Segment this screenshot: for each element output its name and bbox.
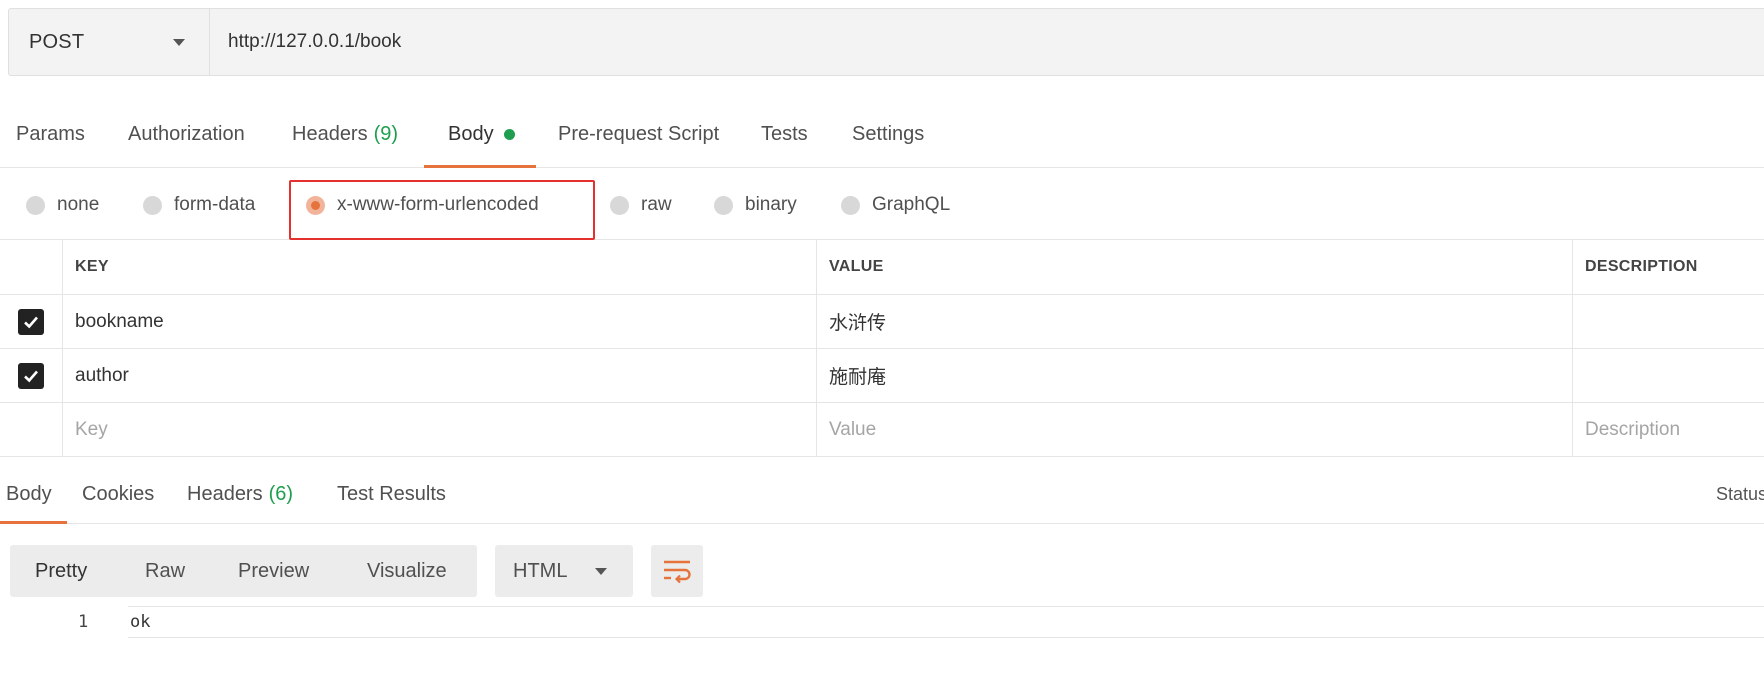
new-key-input[interactable]: Key <box>62 403 816 456</box>
tab-label: Body <box>448 122 494 145</box>
body-type-options: none form-data x-www-form-urlencoded raw… <box>0 170 1764 240</box>
new-value-input[interactable]: Value <box>816 403 1572 456</box>
radio-icon <box>610 195 629 215</box>
active-response-tab-underline <box>0 521 67 524</box>
radio-label: binary <box>745 194 797 215</box>
status-text: Status <box>1716 483 1764 504</box>
response-content-line: ok <box>128 606 1764 638</box>
format-label: HTML <box>513 559 568 582</box>
radio-icon <box>26 195 45 215</box>
tab-label: Headers <box>187 482 263 505</box>
value-field[interactable]: 施耐庵 <box>816 349 1572 402</box>
response-tab-test-results[interactable]: Test Results <box>337 464 446 524</box>
radio-raw[interactable]: raw <box>610 170 672 240</box>
view-preview-button[interactable]: Preview <box>238 560 309 583</box>
tab-body[interactable]: Body <box>448 100 515 168</box>
radio-binary[interactable]: binary <box>714 170 797 240</box>
chevron-down-icon <box>173 38 185 46</box>
key-field[interactable]: author <box>62 349 816 402</box>
column-header-key: KEY <box>62 240 816 294</box>
tab-label: Tests <box>761 122 808 145</box>
response-body: 1 ok <box>0 606 1764 642</box>
checkbox[interactable] <box>18 308 44 335</box>
radio-icon <box>841 195 860 215</box>
tab-label: Settings <box>852 122 925 145</box>
radio-label: GraphQL <box>872 194 951 215</box>
radio-form-data[interactable]: form-data <box>143 170 255 240</box>
method-label: POST <box>29 30 85 53</box>
response-tabs: Body Cookies Headers (6) Test Results St… <box>0 464 1764 524</box>
headers-count: (9) <box>373 122 399 145</box>
response-tab-headers[interactable]: Headers (6) <box>187 464 293 524</box>
view-raw-button[interactable]: Raw <box>145 560 185 583</box>
description-field[interactable] <box>1572 349 1764 402</box>
column-header-value: VALUE <box>816 240 1572 294</box>
active-tab-underline <box>424 165 536 168</box>
header-check-cell <box>0 240 62 294</box>
table-row: author 施耐庵 <box>0 349 1764 403</box>
tab-tests[interactable]: Tests <box>761 100 808 168</box>
radio-graphql[interactable]: GraphQL <box>841 170 950 240</box>
body-indicator-dot-icon <box>503 128 515 140</box>
description-field[interactable] <box>1572 295 1764 348</box>
tab-settings[interactable]: Settings <box>852 100 924 168</box>
request-bar: POST http://127.0.0.1/book <box>8 8 1764 76</box>
response-tab-cookies[interactable]: Cookies <box>82 464 154 524</box>
tab-label: Test Results <box>337 482 446 505</box>
url-input[interactable]: http://127.0.0.1/book <box>210 9 1764 75</box>
row-check-cell <box>0 295 62 348</box>
tab-label: Params <box>16 122 85 145</box>
row-check-cell <box>0 403 62 456</box>
tab-params[interactable]: Params <box>16 100 85 168</box>
column-header-description: DESCRIPTION <box>1572 240 1764 294</box>
checkmark-icon <box>24 370 38 382</box>
key-field[interactable]: bookname <box>62 295 816 348</box>
chevron-down-icon <box>595 567 607 575</box>
value-field[interactable]: 水浒传 <box>816 295 1572 348</box>
radio-label: raw <box>641 194 672 215</box>
radio-icon <box>143 195 162 215</box>
table-row-new: Key Value Description <box>0 403 1764 457</box>
tab-headers[interactable]: Headers (9) <box>292 100 398 168</box>
tab-pre-request-script[interactable]: Pre-request Script <box>558 100 719 168</box>
view-pretty-button[interactable]: Pretty <box>35 560 87 583</box>
format-select[interactable]: HTML <box>495 545 633 597</box>
line-number: 1 <box>78 612 89 632</box>
wrap-lines-icon <box>664 560 691 584</box>
request-tabs: Params Authorization Headers (9) Body Pr… <box>0 100 1764 168</box>
radio-icon <box>714 195 733 215</box>
tab-label: Headers <box>292 122 368 145</box>
table-header-row: KEY VALUE DESCRIPTION <box>0 240 1764 295</box>
tab-label: Authorization <box>128 122 245 145</box>
method-select[interactable]: POST <box>9 9 210 75</box>
response-status-label: Status <box>1716 464 1764 524</box>
highlight-annotation-box <box>289 180 595 240</box>
tab-label: Cookies <box>82 482 155 505</box>
wrap-lines-button[interactable] <box>651 545 703 597</box>
tab-authorization[interactable]: Authorization <box>128 100 245 168</box>
checkmark-icon <box>24 316 38 328</box>
tab-label: Pre-request Script <box>558 122 720 145</box>
tab-label: Body <box>6 482 52 505</box>
response-tab-body[interactable]: Body <box>6 464 52 524</box>
view-mode-group: Pretty Raw Preview Visualize <box>10 545 477 597</box>
table-row: bookname 水浒传 <box>0 295 1764 349</box>
row-check-cell <box>0 349 62 402</box>
radio-none[interactable]: none <box>26 170 99 240</box>
view-visualize-button[interactable]: Visualize <box>367 560 447 583</box>
response-headers-count: (6) <box>268 482 294 505</box>
radio-label: form-data <box>174 194 256 215</box>
new-description-input[interactable]: Description <box>1572 403 1764 456</box>
checkbox[interactable] <box>18 362 44 389</box>
params-table: KEY VALUE DESCRIPTION bookname 水浒传 autho… <box>0 240 1764 457</box>
radio-label: none <box>57 194 100 215</box>
